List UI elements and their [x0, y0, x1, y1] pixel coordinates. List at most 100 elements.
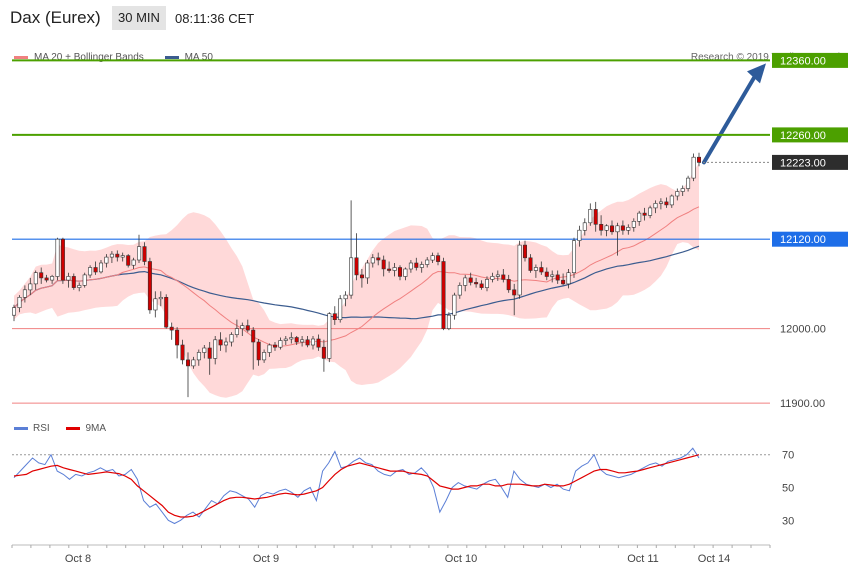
time-axis: Oct 8 Oct 9 Oct 10 Oct 11 Oct 14 [11, 544, 771, 565]
candle-body-up [571, 240, 576, 273]
candle-body-down [256, 341, 261, 361]
candle [164, 294, 169, 329]
candle-body-up [153, 298, 158, 311]
price-chart[interactable]: 30 50 70 Oct 8 Oct 9 Oct 10 Oct 11 Oct 14 1236… [0, 0, 850, 576]
candle-body-up [267, 344, 272, 353]
date-label: Oct 9 [253, 553, 279, 565]
candle [60, 237, 65, 284]
candle [327, 312, 332, 363]
candle-body-up [517, 244, 522, 296]
candle-body-down [414, 262, 419, 268]
rsi-tick-label: 30 [782, 515, 794, 527]
candle-body-down [272, 344, 277, 348]
candle-body-down [44, 277, 49, 281]
candle [126, 254, 131, 268]
date-label: Oct 10 [445, 553, 477, 565]
candle-body-up [452, 294, 457, 316]
candle-body-up [224, 341, 229, 346]
candle-body-up [50, 276, 55, 281]
candle [349, 200, 354, 299]
candle-body-down [218, 339, 223, 346]
candle-body-up [484, 279, 489, 288]
candle-body-down [332, 313, 337, 321]
candle-body-down [642, 212, 647, 216]
candle-body-up [278, 340, 283, 348]
candle-body-up [463, 277, 468, 286]
candle [82, 272, 87, 288]
candle-body-up [577, 229, 582, 241]
candle-body-up [349, 257, 354, 296]
candle-body-up [686, 177, 691, 189]
candle-body-up [680, 188, 685, 192]
candle-body-up [430, 255, 435, 261]
price-labels: 12360.00 12260.00 12223.00 12120.00 12000.00… [772, 52, 848, 410]
candle-body-up [604, 225, 609, 231]
candle-body-up [109, 253, 114, 258]
candle-body-up [229, 334, 234, 343]
candle-body-down [142, 246, 147, 262]
candle-body-down [555, 274, 560, 281]
candle [588, 203, 593, 226]
candle-body-up [495, 274, 500, 277]
candle-body-down [316, 338, 321, 348]
candle-body-down [468, 277, 473, 283]
candle-body-down [39, 272, 44, 279]
candle-body-down [186, 359, 191, 367]
candle-body-down [436, 255, 441, 262]
candle-body-down [522, 244, 527, 259]
candle-body-up [99, 262, 104, 273]
candle [175, 327, 180, 359]
candle-body-down [359, 274, 364, 279]
candle-body-down [294, 337, 299, 343]
candle-body-up [137, 246, 142, 261]
candle [441, 257, 446, 331]
candle-body-up [658, 201, 663, 204]
candle-body-up [22, 289, 27, 298]
candle-body-up [403, 268, 408, 277]
candle-body-down [305, 339, 310, 346]
level-label-support: 12000.00 [780, 324, 826, 336]
candle-body-up [196, 352, 201, 361]
rsi-tick-label: 70 [782, 450, 794, 462]
candle-body-down [126, 255, 131, 266]
candle-body-up [240, 325, 245, 329]
candle-body-up [17, 296, 22, 308]
candle [354, 233, 359, 281]
candle-body-up [191, 359, 196, 367]
candle-body-up [338, 298, 343, 320]
level-label-last: 12223.00 [780, 157, 826, 169]
candle-body-down [376, 257, 381, 261]
candle-body-up [370, 257, 375, 264]
candle-body-up [533, 267, 538, 271]
candle-body-up [365, 262, 370, 279]
rsi-ma-line [13, 454, 700, 518]
candle-body-down [441, 261, 446, 329]
candle-body-up [588, 209, 593, 224]
candle-body-up [691, 156, 696, 179]
candle-body-up [28, 283, 33, 291]
level-label-pivot: 12120.00 [780, 234, 826, 246]
candle-body-up [55, 238, 60, 277]
candle-body-down [544, 271, 549, 277]
candle-body-down [609, 225, 614, 233]
candle-body-up [550, 274, 555, 277]
candle-body-down [664, 201, 669, 206]
candle-body-up [582, 222, 587, 231]
candle-body-down [175, 329, 180, 346]
candle-body-up [343, 294, 348, 300]
candle [338, 295, 343, 323]
candle-body-up [310, 338, 315, 346]
candle-body-up [262, 352, 267, 361]
candle-body-down [593, 209, 598, 225]
level-label-resistance: 12360.00 [780, 55, 826, 67]
candle-body-down [387, 268, 392, 271]
candle-body-down [169, 326, 174, 331]
candle-body-down [251, 329, 256, 343]
candle-body-up [425, 259, 430, 265]
candle-body-up [648, 207, 653, 216]
candle-body-down [115, 253, 120, 258]
candle-body-up [131, 259, 136, 266]
candle-body-up [653, 203, 658, 209]
candle-body-down [696, 156, 701, 163]
candle-body-down [539, 267, 544, 273]
